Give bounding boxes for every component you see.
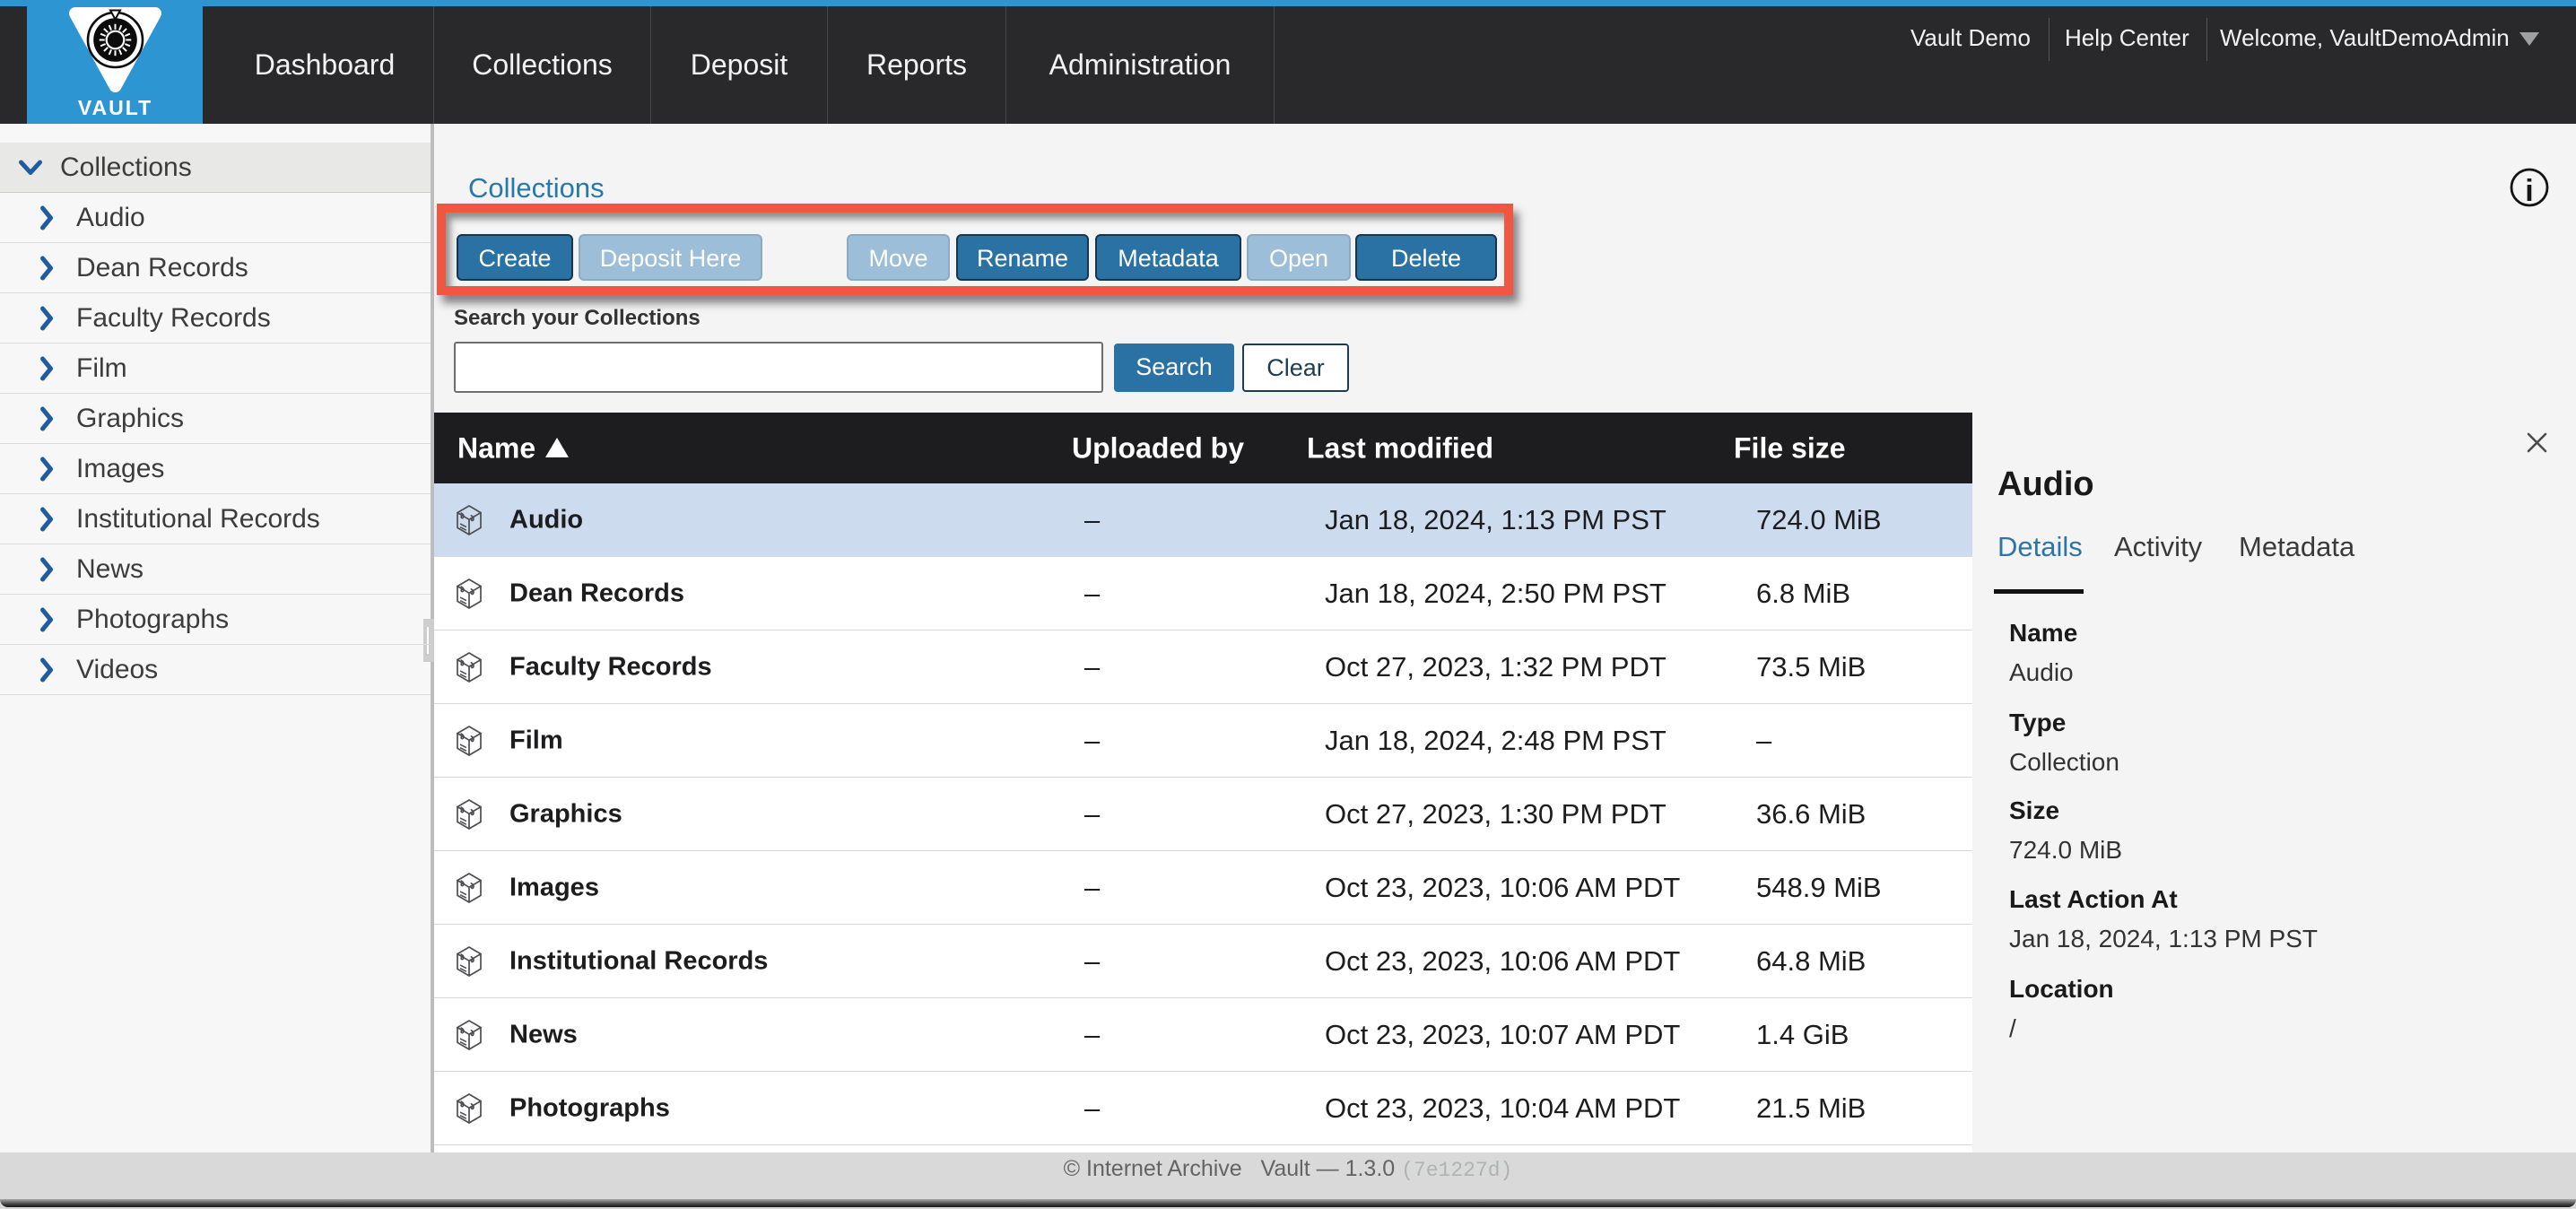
svg-text:i: i [2525, 174, 2533, 208]
svg-text:VAULT: VAULT [78, 96, 152, 119]
